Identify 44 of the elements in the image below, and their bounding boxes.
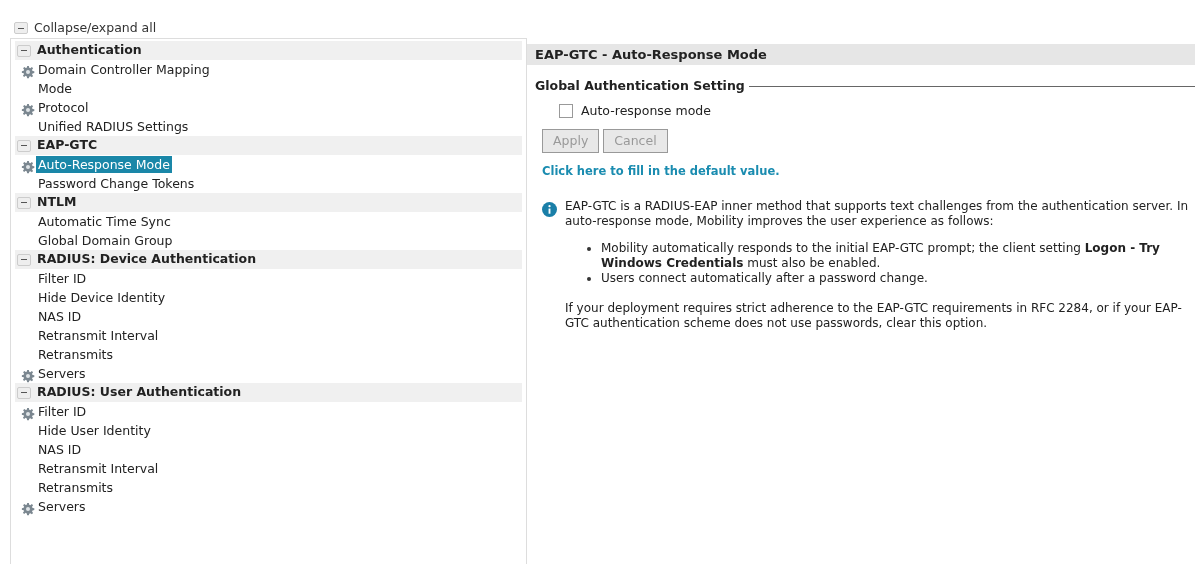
tree-item[interactable]: Servers xyxy=(36,498,88,515)
tree-item[interactable]: Hide Device Identity xyxy=(36,289,168,306)
collapse-expand-link[interactable]: Collapse/expand all xyxy=(34,18,157,38)
tree-item[interactable]: Protocol xyxy=(36,99,91,116)
bullet-icon xyxy=(587,277,591,281)
tree-item[interactable]: Filter ID xyxy=(36,403,89,420)
bullet-icon xyxy=(587,247,591,251)
info-icon xyxy=(542,200,557,215)
panel-title: EAP-GTC - Auto-Response Mode xyxy=(527,44,1195,65)
tree-item[interactable]: NAS ID xyxy=(36,308,84,325)
note-text: If your deployment requires strict adherence to the EAP-GTC requirements in RFC 2284, or if your EAP-GTC authentication scheme does not use passwords, clear this option. xyxy=(565,301,1183,331)
collapse-icon[interactable] xyxy=(17,386,31,399)
section-title[interactable]: Authentication xyxy=(37,41,142,60)
tree-item[interactable]: Retransmits xyxy=(36,346,115,363)
checkbox[interactable] xyxy=(559,104,573,119)
tree-item[interactable]: Auto-Response Mode xyxy=(36,156,172,173)
tree-item[interactable]: Automatic Time Sync xyxy=(36,213,173,230)
tree-item[interactable]: Servers xyxy=(36,365,88,382)
collapse-icon[interactable] xyxy=(17,44,31,57)
tree-item[interactable]: Mode xyxy=(36,80,75,97)
tree-item[interactable]: Global Domain Group xyxy=(36,232,175,249)
section-title[interactable]: EAP-GTC xyxy=(37,136,98,155)
tree-item[interactable]: Retransmits xyxy=(36,479,115,496)
tree-item[interactable]: Domain Controller Mapping xyxy=(36,61,212,78)
tree-item[interactable]: Hide User Identity xyxy=(36,422,153,439)
tree-item[interactable]: Retransmit Interval xyxy=(36,460,161,477)
bullet-text: Users connect automatically after a password change. xyxy=(601,271,928,286)
tree-item[interactable]: Unified RADIUS Settings xyxy=(36,118,191,135)
tree-item[interactable]: Password Change Tokens xyxy=(36,175,197,192)
section-title[interactable]: RADIUS: User Authentication xyxy=(37,383,242,402)
tree-item[interactable]: Filter ID xyxy=(36,270,89,287)
info-text: EAP-GTC is a RADIUS-EAP inner method that supports text challenges from the authentication server. In auto-response mode, Mobility improves the user experience as follows: xyxy=(565,199,1190,229)
section-title[interactable]: RADIUS: Device Authentication xyxy=(37,250,257,269)
collapse-icon[interactable] xyxy=(17,139,31,152)
tree-item[interactable]: Retransmit Interval xyxy=(36,327,161,344)
fieldset-legend: Global Authentication Setting xyxy=(535,77,745,96)
checkbox-label[interactable]: Auto-response mode xyxy=(581,101,711,121)
tree-item[interactable]: NAS ID xyxy=(36,441,84,458)
default-value-link[interactable]: Click here to fill in the default value. xyxy=(542,163,780,181)
bullet-text: Mobility automatically responds to the initial EAP-GTC prompt; the client setting Logon - Try Windows Credentials must also be enabled. xyxy=(601,241,1161,271)
collapse-icon[interactable] xyxy=(17,196,31,209)
collapse-icon[interactable] xyxy=(14,22,28,34)
section-title[interactable]: NTLM xyxy=(37,193,77,212)
collapse-icon[interactable] xyxy=(17,253,31,266)
